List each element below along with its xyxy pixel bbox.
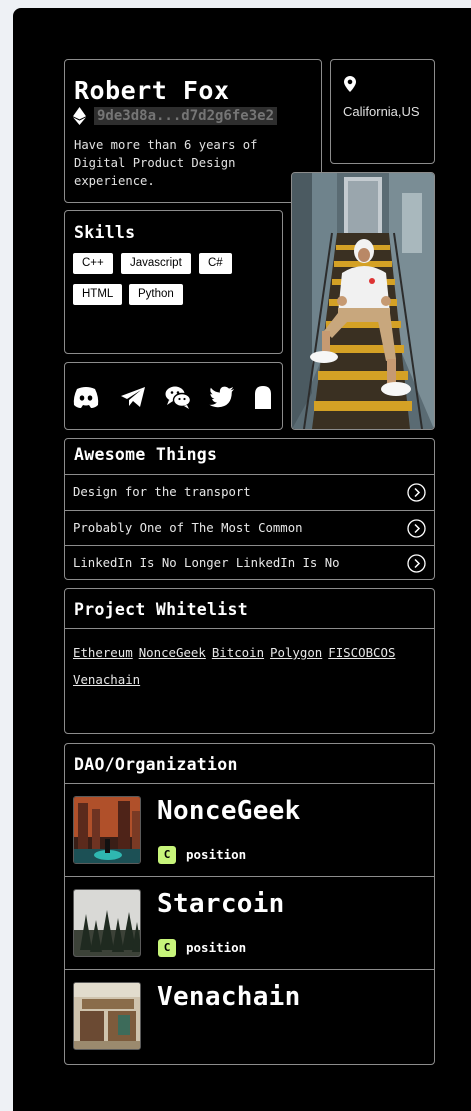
whitelist-link[interactable]: NonceGeek [139,645,206,660]
dao-item[interactable]: NonceGeek C position [65,783,434,876]
telegram-icon[interactable] [120,385,146,409]
profile-photo [291,172,435,430]
skills-title: Skills [74,223,136,242]
project-whitelist-title: Project Whitelist [74,600,248,619]
profile-name: Robert Fox [74,76,230,105]
wallet-address-row: 9de3d8a...d7d2g6fe3e2 [73,107,278,125]
chevron-right-circle-icon[interactable] [407,483,426,502]
profile-bio: Have more than 6 years of Digital Produc… [74,138,258,188]
divider [65,628,434,629]
list-item[interactable]: LinkedIn Is No Longer LinkedIn Is No [65,545,434,581]
list-item-text: Design for the transport [73,485,251,499]
whitelist-link[interactable]: Polygon [270,645,322,660]
dao-position: position [186,847,247,862]
dao-name: Venachain [157,982,301,1012]
whitelist-link[interactable]: Ethereum [73,645,133,660]
whitelist-link[interactable]: Bitcoin [212,645,264,660]
location-card: California,US [330,59,435,164]
chevron-right-circle-icon[interactable] [407,554,426,573]
skill-chip[interactable]: Javascript [121,253,191,274]
dao-thumbnail [73,889,141,957]
twitter-icon[interactable] [209,385,235,409]
dao-name: NonceGeek [157,796,301,826]
project-whitelist-card: Project Whitelist Ethereum NonceGeek Bitco… [64,588,435,734]
skills-card: Skills C++ Javascript C# HTML Python [64,210,283,354]
profile-photo-image [292,173,434,429]
dao-badge: C [158,846,176,864]
list-item[interactable]: Design for the transport [65,474,434,510]
whitelist-link[interactable]: Venachain [73,672,140,687]
wechat-icon[interactable] [165,385,191,409]
dao-item[interactable]: Venachain [65,969,434,1062]
dao-item[interactable]: Starcoin C position [65,876,434,969]
chevron-right-circle-icon[interactable] [407,518,426,538]
list-item-text: LinkedIn Is No Longer LinkedIn Is No [73,556,340,570]
awesome-things-card: Awesome Things Design for the transport … [64,438,435,580]
whitelist-links: Ethereum NonceGeek Bitcoin Polygon FISCOBCOS… [73,639,435,693]
dao-badge: C [158,939,176,957]
social-links-card [64,362,283,430]
skill-chip[interactable]: Python [129,284,183,305]
ghost-icon[interactable] [250,385,276,409]
skill-chip[interactable]: C# [199,253,232,274]
skill-chip[interactable]: C++ [73,253,113,274]
ethereum-icon [73,107,86,125]
dao-organization-title: DAO/Organization [74,755,238,774]
skill-chip[interactable]: HTML [73,284,123,305]
dao-position: position [186,940,247,955]
dao-thumbnail [73,796,141,864]
profile-card: Robert Fox 9de3d8a...d7d2g6fe3e2 Have mo… [64,59,322,203]
location-text: California,US [343,104,420,119]
discord-icon[interactable] [73,385,99,409]
whitelist-link[interactable]: FISCOBCOS [328,645,395,660]
dao-thumbnail [73,982,141,1050]
list-item-text: Probably One of The Most Common [73,520,303,535]
dao-name: Starcoin [157,889,285,919]
location-pin-icon [344,76,356,92]
list-item[interactable]: Probably One of The Most Common [65,509,434,546]
dao-organization-card: DAO/Organization NonceGeek C position St… [64,743,435,1065]
wallet-address[interactable]: 9de3d8a...d7d2g6fe3e2 [94,107,278,125]
awesome-things-title: Awesome Things [74,445,218,464]
